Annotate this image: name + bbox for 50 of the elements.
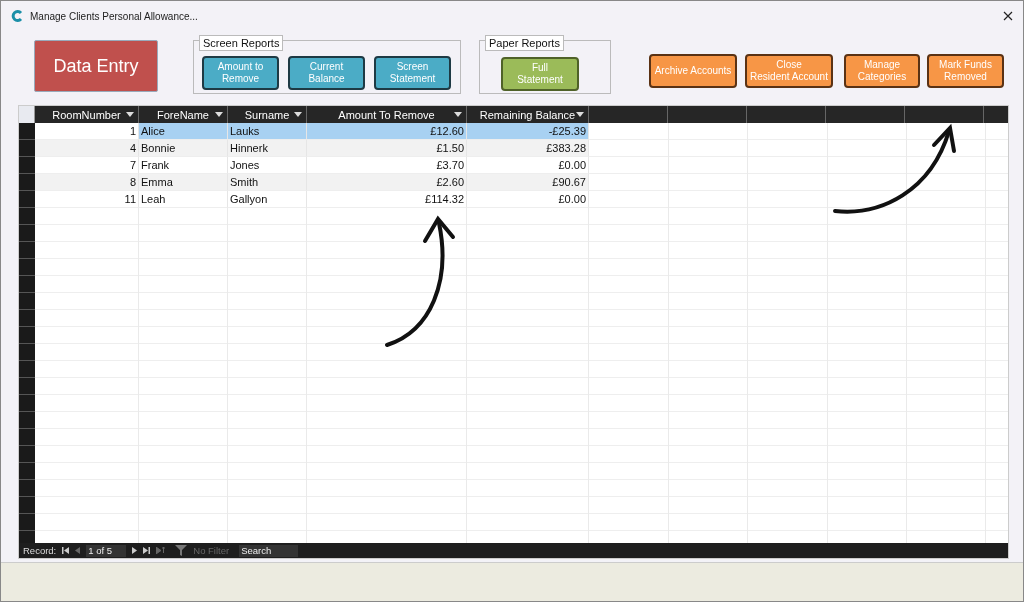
column-header[interactable]: Amount To Remove	[307, 106, 467, 123]
table-cell: 4	[35, 140, 139, 157]
search-field[interactable]: Search	[239, 544, 299, 557]
close-icon[interactable]	[1003, 11, 1013, 21]
action-button[interactable]: Close Resident Account	[745, 54, 833, 88]
table-cell: Gallyon	[228, 191, 307, 208]
table-cell: £90.67	[467, 174, 589, 191]
table-cell: £12.60	[307, 123, 467, 140]
report-button[interactable]: Screen Statement	[374, 56, 451, 90]
table-cell: Lauks	[228, 123, 307, 140]
table-cell: Alice	[139, 123, 228, 140]
table-cell: 8	[35, 174, 139, 191]
action-button[interactable]: Mark Funds Removed	[927, 54, 1004, 88]
table-cell: £2.60	[307, 174, 467, 191]
table-cell: -£25.39	[467, 123, 589, 140]
first-record-icon[interactable]	[62, 547, 70, 554]
new-record-icon[interactable]	[156, 547, 166, 554]
window-title: Manage Clients Personal Allowance...	[30, 10, 199, 22]
table-cell: £383.28	[467, 140, 589, 157]
table-cell: Leah	[139, 191, 228, 208]
report-button[interactable]: Amount to Remove	[202, 56, 279, 90]
action-button[interactable]: Archive Accounts	[649, 54, 737, 88]
dropdown-icon[interactable]	[126, 112, 134, 117]
last-record-icon[interactable]	[143, 547, 151, 554]
column-header[interactable]: Surname	[228, 106, 307, 123]
filter-status[interactable]: No Filter	[193, 545, 230, 556]
table-cell: Emma	[139, 174, 228, 191]
data-entry-button[interactable]: Data Entry	[34, 40, 158, 92]
filter-icon[interactable]	[175, 545, 188, 556]
next-record-icon[interactable]	[132, 547, 138, 554]
table-cell: Jones	[228, 157, 307, 174]
table-cell: £1.50	[307, 140, 467, 157]
dropdown-icon[interactable]	[454, 112, 462, 117]
table-cell: Smith	[228, 174, 307, 191]
group-label: Screen Reports	[199, 35, 284, 51]
dropdown-icon[interactable]	[215, 112, 223, 117]
group-label: Paper Reports	[485, 35, 564, 51]
app-icon	[11, 10, 23, 22]
action-button[interactable]: Manage Categories	[844, 54, 920, 88]
table-cell: Bonnie	[139, 140, 228, 157]
report-button[interactable]: Current Balance	[288, 56, 365, 90]
record-position-field[interactable]: 1 of 5	[86, 544, 127, 557]
previous-record-icon[interactable]	[75, 547, 81, 554]
report-button[interactable]: Full Statement	[501, 57, 579, 91]
table-cell: Hinnerk	[228, 140, 307, 157]
column-header[interactable]: Remaining Balance	[467, 106, 589, 123]
dropdown-icon[interactable]	[294, 112, 302, 117]
record-label: Record:	[23, 545, 57, 556]
table-cell: Frank	[139, 157, 228, 174]
dropdown-icon[interactable]	[576, 112, 584, 117]
